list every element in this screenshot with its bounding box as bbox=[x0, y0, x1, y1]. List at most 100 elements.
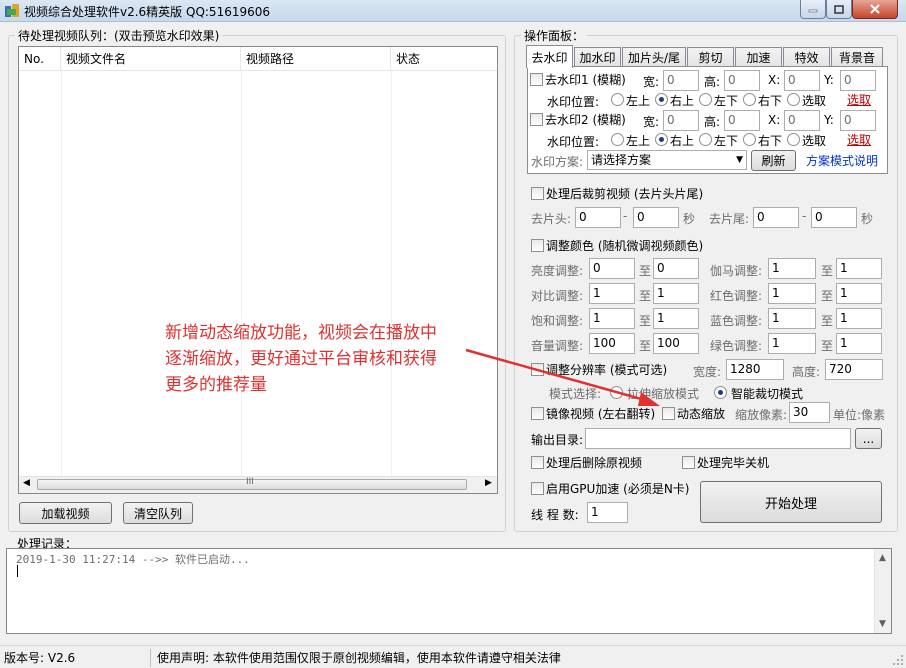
wm1-radio-bottomright[interactable] bbox=[743, 93, 756, 106]
wm2-topright-label: 右上 bbox=[670, 134, 695, 148]
trim-head-start[interactable]: 0 bbox=[575, 207, 621, 228]
tab-cut[interactable]: 剪切 bbox=[687, 47, 734, 67]
brightness-label: 亮度调整: bbox=[531, 264, 584, 278]
clear-queue-button[interactable]: 清空队列 bbox=[123, 502, 193, 524]
color-label: 调整颜色 (随机微调视频颜色) bbox=[546, 239, 704, 253]
wm1-topright-label: 右上 bbox=[670, 94, 695, 108]
gamma-max[interactable]: 1 bbox=[836, 258, 882, 279]
output-dir-input[interactable] bbox=[585, 428, 851, 449]
col-path[interactable]: 视频路径 bbox=[241, 47, 391, 71]
trim-checkbox[interactable] bbox=[531, 187, 544, 200]
minimize-icon bbox=[808, 9, 818, 13]
contrast-to: 至 bbox=[639, 289, 652, 303]
brightness-max[interactable]: 0 bbox=[653, 258, 699, 279]
tab-effects[interactable]: 特效 bbox=[783, 47, 830, 67]
zoom-pixels-input[interactable]: 30 bbox=[789, 402, 830, 423]
wm1-radio-topleft[interactable] bbox=[611, 93, 624, 106]
green-label: 绿色调整: bbox=[710, 339, 763, 353]
wm1-height-input[interactable]: 0 bbox=[724, 70, 760, 91]
wm2-width-input[interactable]: 0 bbox=[663, 110, 699, 131]
trim-head-end[interactable]: 0 bbox=[633, 207, 679, 228]
tab-remove-watermark[interactable]: 去水印 bbox=[526, 45, 573, 68]
scheme-help-link[interactable]: 方案模式说明 bbox=[806, 152, 878, 169]
brightness-min[interactable]: 0 bbox=[589, 258, 635, 279]
version-text: 版本号: V2.6 bbox=[4, 651, 76, 665]
log-vscrollbar[interactable]: ▲ ▼ bbox=[874, 549, 891, 633]
wm2-pick-link[interactable]: 选取 bbox=[847, 131, 871, 148]
green-max[interactable]: 1 bbox=[836, 333, 882, 354]
wm1-y-input[interactable]: 0 bbox=[840, 70, 876, 91]
refresh-button[interactable]: 刷新 bbox=[751, 150, 796, 171]
wm2-radio-pick[interactable] bbox=[787, 133, 800, 146]
green-min[interactable]: 1 bbox=[768, 333, 816, 354]
wm2-radio-topright[interactable] bbox=[655, 133, 668, 146]
gamma-min[interactable]: 1 bbox=[768, 258, 816, 279]
title-bar: 视频综合处理软件v2.6精英版 QQ:51619606 bbox=[0, 0, 906, 22]
wm2-x-label: X: bbox=[768, 113, 781, 127]
scroll-thumb[interactable]: III bbox=[37, 477, 467, 490]
wm2-height-input[interactable]: 0 bbox=[724, 110, 760, 131]
wm1-radio-topright[interactable] bbox=[655, 93, 668, 106]
wm1-radio-pick[interactable] bbox=[787, 93, 800, 106]
res-width-input[interactable]: 1280 bbox=[726, 359, 784, 380]
scroll-left-icon[interactable]: ◀ bbox=[23, 478, 30, 488]
wm1-x-input[interactable]: 0 bbox=[784, 70, 820, 91]
col-filename[interactable]: 视频文件名 bbox=[61, 47, 241, 71]
queue-listview[interactable]: No. 视频文件名 视频路径 状态 ◀ III ▶ bbox=[18, 46, 498, 494]
tab-intro-outro[interactable]: 加片头/尾 bbox=[622, 47, 686, 67]
wm1-radio-bottomleft[interactable] bbox=[699, 93, 712, 106]
wm2-radio-bottomleft[interactable] bbox=[699, 133, 712, 146]
scroll-up-icon[interactable]: ▲ bbox=[879, 553, 886, 563]
wm1-width-input[interactable]: 0 bbox=[663, 70, 699, 91]
delete-after-checkbox[interactable] bbox=[531, 456, 544, 469]
res-height-input[interactable]: 720 bbox=[825, 359, 883, 380]
start-button[interactable]: 开始处理 bbox=[700, 481, 882, 523]
red-min[interactable]: 1 bbox=[768, 283, 816, 304]
wm2-y-input[interactable]: 0 bbox=[840, 110, 876, 131]
trim-tail-end[interactable]: 0 bbox=[811, 207, 857, 228]
col-status[interactable]: 状态 bbox=[391, 47, 497, 71]
chevron-down-icon: ▼ bbox=[736, 155, 743, 165]
trim-tail-start[interactable]: 0 bbox=[753, 207, 799, 228]
mode-smart-radio[interactable] bbox=[714, 386, 727, 399]
resize-grip-icon[interactable] bbox=[892, 654, 904, 666]
scroll-right-icon[interactable]: ▶ bbox=[485, 478, 492, 488]
wm2-radio-bottomright[interactable] bbox=[743, 133, 756, 146]
scroll-down-icon[interactable]: ▼ bbox=[879, 619, 886, 629]
contrast-label: 对比调整: bbox=[531, 289, 584, 303]
wm2-x-input[interactable]: 0 bbox=[784, 110, 820, 131]
threads-input[interactable]: 1 bbox=[587, 502, 628, 523]
col-no[interactable]: No. bbox=[19, 47, 61, 71]
trim-head-dash: - bbox=[623, 209, 628, 223]
close-button[interactable] bbox=[852, 0, 898, 19]
tab-bgm[interactable]: 背景音 bbox=[831, 47, 883, 67]
annotation-text: 新增动态缩放功能，视频会在播放中 逐渐缩放，更好通过平台审核和获得 更多的推荐量 bbox=[165, 320, 437, 398]
contrast-max[interactable]: 1 bbox=[653, 283, 699, 304]
browse-button[interactable]: ... bbox=[855, 428, 882, 449]
contrast-min[interactable]: 1 bbox=[589, 283, 635, 304]
queue-title: 待处理视频队列：(双击预览水印效果) bbox=[15, 27, 223, 44]
maximize-button[interactable] bbox=[826, 0, 852, 19]
red-max[interactable]: 1 bbox=[836, 283, 882, 304]
tab-speed[interactable]: 加速 bbox=[735, 47, 782, 67]
close-icon bbox=[870, 4, 880, 14]
scheme-select[interactable]: 请选择方案 ▼ bbox=[587, 150, 747, 170]
blue-max[interactable]: 1 bbox=[836, 308, 882, 329]
tab-add-watermark[interactable]: 加水印 bbox=[574, 47, 621, 67]
saturation-max[interactable]: 1 bbox=[653, 308, 699, 329]
wm2-radio-topleft[interactable] bbox=[611, 133, 624, 146]
color-checkbox[interactable] bbox=[531, 239, 544, 252]
log-box[interactable]: 2019-1-30 11:27:14 -->> 软件已启动... ▲ ▼ bbox=[6, 548, 892, 634]
trim-tail-unit: 秒 bbox=[861, 212, 874, 226]
minimize-button[interactable] bbox=[800, 0, 826, 19]
wm1-pick-link[interactable]: 选取 bbox=[847, 91, 871, 108]
gpu-checkbox[interactable] bbox=[531, 482, 544, 495]
blue-min[interactable]: 1 bbox=[768, 308, 816, 329]
queue-hscrollbar[interactable]: ◀ III ▶ bbox=[19, 476, 497, 493]
wm2-checkbox[interactable] bbox=[530, 113, 543, 126]
mode-smart-label: 智能裁切模式 bbox=[731, 387, 804, 401]
saturation-min[interactable]: 1 bbox=[589, 308, 635, 329]
load-video-button[interactable]: 加载视频 bbox=[19, 502, 112, 524]
wm1-checkbox[interactable] bbox=[530, 73, 543, 86]
shutdown-checkbox[interactable] bbox=[682, 456, 695, 469]
